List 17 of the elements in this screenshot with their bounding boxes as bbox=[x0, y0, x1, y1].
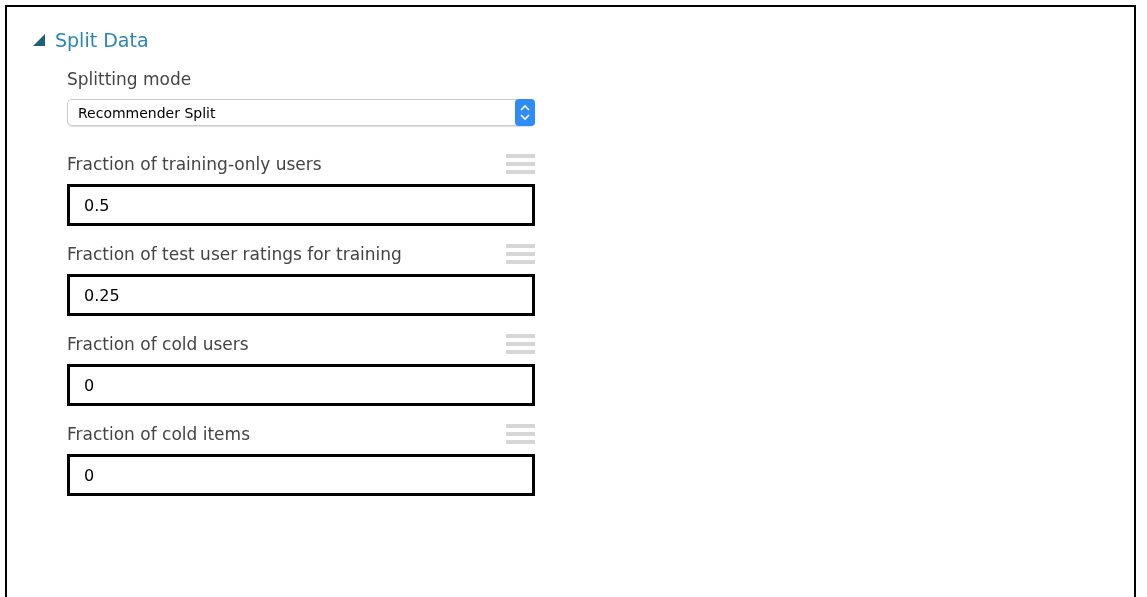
number-input-field[interactable]: 0 bbox=[67, 454, 535, 496]
section-title[interactable]: Split Data bbox=[55, 29, 149, 51]
field-label: Fraction of test user ratings for training bbox=[67, 244, 402, 264]
field-label: Splitting mode bbox=[67, 69, 192, 89]
number-input-field[interactable]: 0.25 bbox=[67, 274, 535, 316]
splitting-mode-dropdown[interactable]: Recommender Split bbox=[67, 99, 535, 126]
number-input-field[interactable]: 0 bbox=[67, 364, 535, 406]
field-label: Fraction of cold users bbox=[67, 334, 249, 354]
drag-handle-icon[interactable] bbox=[506, 244, 535, 264]
field-label: Fraction of cold items bbox=[67, 424, 250, 444]
number-input-field[interactable]: 0.5 bbox=[67, 184, 535, 226]
drag-handle-icon[interactable] bbox=[506, 154, 535, 174]
field-label: Fraction of training-only users bbox=[67, 154, 322, 174]
collapse-triangle-icon[interactable] bbox=[33, 34, 45, 46]
stepper-icon bbox=[515, 99, 535, 126]
drag-handle-icon[interactable] bbox=[506, 424, 535, 444]
drag-handle-icon[interactable] bbox=[506, 334, 535, 354]
